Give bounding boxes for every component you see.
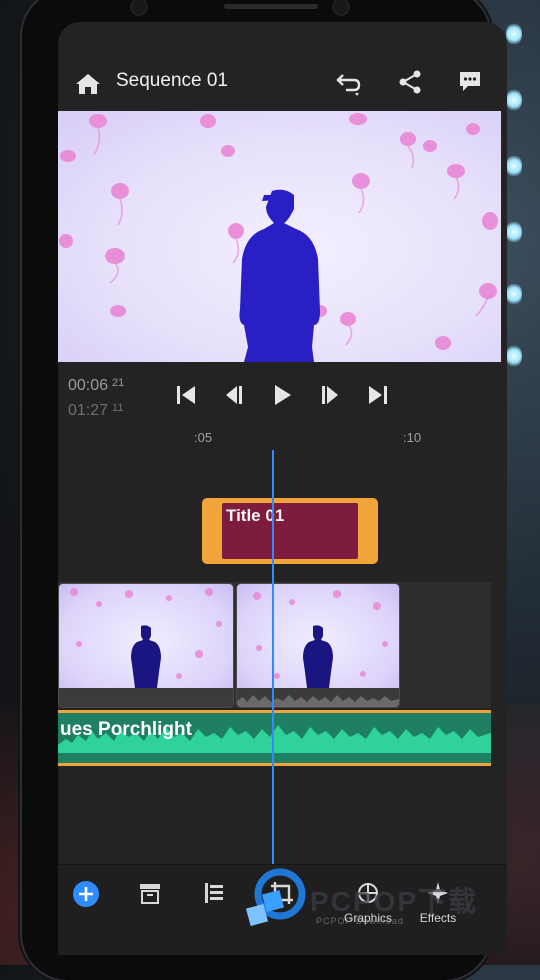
undo-icon[interactable] — [330, 66, 366, 102]
home-icon[interactable] — [70, 66, 106, 102]
audio-clip-label: ues Porchlight — [60, 719, 192, 740]
timecode-display: 00:06 21 01:27 11 — [68, 372, 124, 422]
bottom-toolbar: Graphics Effects — [58, 864, 507, 955]
skip-to-start-icon[interactable] — [168, 377, 204, 413]
crop-icon — [271, 882, 293, 904]
graphics-button[interactable]: Graphics — [338, 879, 398, 939]
clip-thumbnail — [237, 584, 399, 688]
front-camera-icon — [332, 0, 350, 16]
video-clip[interactable] — [236, 583, 400, 708]
phone-frame: Sequence 01 00:06 21 01:27 11:05:10 Ti… — [22, 0, 507, 980]
crop-button[interactable] — [252, 879, 312, 939]
video-track — [58, 582, 491, 708]
duration-timecode: 01:27 11 — [68, 402, 124, 419]
current-timecode: 00:06 21 — [68, 377, 125, 394]
title-clip-label: Title 01 — [226, 506, 285, 525]
video-preview[interactable] — [58, 111, 501, 362]
archive-button[interactable] — [120, 879, 180, 939]
app-bar: Sequence 01 — [58, 22, 507, 110]
sensor-icon — [130, 0, 148, 16]
audio-clip[interactable]: ues Porchlight — [58, 710, 491, 766]
step-forward-icon[interactable] — [312, 377, 348, 413]
skip-to-end-icon[interactable] — [360, 377, 396, 413]
preview-frame-image — [59, 113, 498, 362]
clip-waveform — [237, 689, 399, 707]
graphics-icon — [358, 883, 378, 903]
app-screen: Sequence 01 00:06 21 01:27 11:05:10 Ti… — [58, 22, 507, 955]
ruler-mark: :10 — [403, 430, 422, 445]
sequence-title[interactable]: Sequence 01 — [116, 70, 228, 92]
effects-icon — [428, 882, 448, 904]
transport-controls — [168, 377, 398, 409]
effects-button[interactable]: Effects — [408, 879, 468, 939]
share-icon[interactable] — [392, 64, 428, 100]
playhead[interactable] — [272, 450, 274, 866]
align-button[interactable] — [184, 879, 244, 939]
comment-icon[interactable] — [452, 64, 488, 100]
title-clip[interactable]: Title 01 — [202, 498, 378, 564]
archive-icon — [140, 884, 160, 904]
align-icon — [205, 883, 223, 903]
speaker-grille — [224, 4, 318, 9]
add-icon — [73, 881, 99, 907]
play-icon[interactable] — [264, 377, 300, 413]
clip-thumbnail — [59, 584, 233, 688]
ruler-mark: :05 — [194, 430, 213, 445]
step-back-icon[interactable] — [216, 377, 252, 413]
add-media-button[interactable] — [58, 879, 116, 939]
clip-waveform — [59, 689, 233, 707]
video-clip[interactable] — [58, 583, 234, 708]
phone-top-bezel — [22, 0, 490, 20]
